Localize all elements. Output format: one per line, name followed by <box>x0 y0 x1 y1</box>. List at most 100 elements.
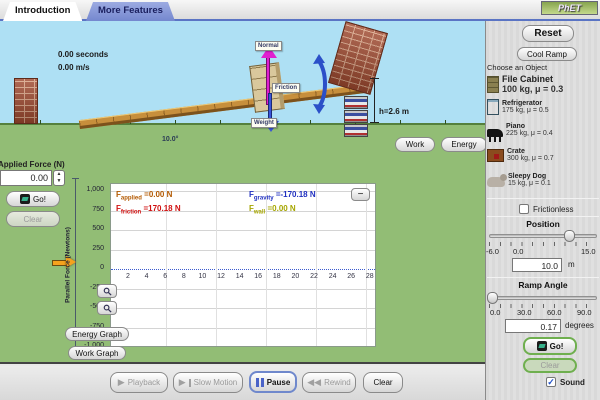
object-item-piano[interactable]: Piano225 kg, μ = 0.4 <box>487 123 599 137</box>
work-graph-button[interactable]: Work Graph <box>68 346 126 360</box>
simulation-area: 0.00 seconds 0.00 m/s Normal Friction We… <box>0 21 485 364</box>
readout-f-gravity: Fgravity =-170.18 N <box>249 190 316 202</box>
go-icon <box>537 341 547 351</box>
position-slider-track[interactable] <box>489 234 597 238</box>
spinner-up-icon[interactable]: ▲ <box>54 171 64 178</box>
reset-button[interactable]: Reset <box>522 25 574 42</box>
slow-motion-button[interactable]: ▶ Slow Motion <box>173 372 243 393</box>
tab-more-features[interactable]: More Features <box>86 2 175 21</box>
y-tick-label: 750 <box>92 206 104 213</box>
sound-checkbox[interactable]: ✓ <box>546 377 556 387</box>
magnifier-icon <box>103 287 112 296</box>
object-item-crate[interactable]: Crate300 kg, μ = 0.7 <box>487 148 599 162</box>
clear-button[interactable]: Clear <box>363 372 403 393</box>
phet-logo: PhET <box>541 1 598 15</box>
plot-area: 246810121416182022242628 Fapplied =0.00 … <box>110 183 376 347</box>
x-tick-label: 16 <box>254 273 262 280</box>
object-item-sleepy-dog[interactable]: Sleepy Dog15 kg, μ = 0.1 <box>487 173 599 187</box>
weight-label: Weight <box>251 118 277 128</box>
x-tick-label: 20 <box>291 273 299 280</box>
object-item-file-cabinet[interactable]: File Cabinet100 kg, μ = 0.3 <box>487 74 599 94</box>
object-item-refrigerator[interactable]: Refrigerator175 kg, μ = 0.5 <box>487 99 599 115</box>
ramp-angle-tick-0: 0.0 <box>490 308 500 317</box>
panel-go-button[interactable]: Go! <box>523 337 577 355</box>
check-icon: ✓ <box>547 377 555 387</box>
gridline-h <box>111 230 376 231</box>
position-slider-ticks <box>489 242 597 246</box>
normal-label: Normal <box>255 41 282 51</box>
jack-stack <box>344 95 368 137</box>
y-tick-label: 0 <box>100 264 104 271</box>
minimize-graph-button[interactable]: − <box>351 188 370 201</box>
ramp-angle-label: 10.0° <box>162 136 178 143</box>
slow-motion-icon: ▶ <box>179 377 186 388</box>
gridline-h <box>111 308 376 309</box>
gridline-v <box>216 184 217 347</box>
applied-force-go-button[interactable]: Go! <box>6 191 60 207</box>
zoom-out-button[interactable] <box>97 301 117 315</box>
divider <box>487 198 599 199</box>
energy-graph-button[interactable]: Energy Graph <box>65 327 129 341</box>
rewind-button[interactable]: ◀◀ Rewind <box>302 372 356 393</box>
position-tick-min: -6.0 <box>486 247 499 256</box>
ramp-angle-unit: degrees <box>565 321 594 330</box>
choose-object-label: Choose an Object <box>487 63 547 72</box>
spinner-down-icon[interactable]: ▼ <box>54 178 64 185</box>
ramp-angle-tick-60: 60.0 <box>547 308 562 317</box>
ramp-angle-tick-90: 90.0 <box>577 308 592 317</box>
x-tick-label: 12 <box>217 273 225 280</box>
ramp-angle-slider-thumb[interactable] <box>487 292 498 304</box>
position-title: Position <box>487 219 599 229</box>
x-tick-label: 18 <box>273 273 281 280</box>
ramp-simulation-window: Introduction More Features PhET 0.00 sec… <box>0 0 600 400</box>
pause-label: Pause <box>267 378 291 387</box>
position-tick-zero: 0.0 <box>513 247 523 256</box>
brick-pillar <box>14 78 38 124</box>
energy-button[interactable]: Energy <box>441 137 485 152</box>
sound-label: Sound <box>560 378 585 387</box>
y-tick-label: 1,000 <box>86 186 104 193</box>
position-slider-thumb[interactable] <box>564 230 575 242</box>
x-tick-label: 22 <box>310 273 318 280</box>
readout-f-friction: Ffriction =170.18 N <box>116 204 181 216</box>
position-unit: m <box>568 260 575 269</box>
playback-bar: ▶ Playback ▶ Slow Motion Pause ◀◀ Rewind… <box>0 366 485 400</box>
play-icon: ▶ <box>118 377 125 388</box>
frictionless-label: Frictionless <box>533 205 573 214</box>
gridline-h <box>111 250 376 251</box>
gridline-v <box>316 184 317 347</box>
position-input[interactable]: 10.0 <box>512 258 562 272</box>
gridline-h <box>111 289 376 290</box>
gridline-h <box>111 269 376 270</box>
gridline-h <box>111 328 376 329</box>
x-tick-label: 24 <box>329 273 337 280</box>
refrigerator-icon <box>487 99 499 115</box>
crate-icon <box>487 149 504 162</box>
height-measure-line <box>374 78 375 123</box>
ramp-angle-tick-30: 30.0 <box>517 308 532 317</box>
applied-force-clear-button[interactable]: Clear <box>6 211 60 227</box>
playback-button[interactable]: ▶ Playback <box>110 372 168 393</box>
height-label: h=2.6 m <box>379 107 409 116</box>
frictionless-checkbox[interactable] <box>519 204 529 214</box>
divider <box>487 216 599 217</box>
file-cabinet-icon <box>487 76 499 93</box>
pause-icon <box>256 378 264 387</box>
ramp-angle-input[interactable]: 0.17 <box>505 319 561 333</box>
time-readout: 0.00 seconds <box>58 50 108 59</box>
tab-bar: Introduction More Features PhET <box>0 0 600 21</box>
ramp-angle-slider-track[interactable] <box>489 296 597 300</box>
cool-ramp-button[interactable]: Cool Ramp <box>517 47 577 61</box>
rotate-ramp-arrow[interactable] <box>305 53 331 115</box>
pause-button[interactable]: Pause <box>249 371 297 393</box>
sleepy-dog-icon <box>487 177 505 187</box>
zoom-in-button[interactable] <box>97 284 117 298</box>
work-button[interactable]: Work <box>395 137 435 152</box>
gridline-v <box>366 184 367 347</box>
panel-clear-button[interactable]: Clear <box>523 358 577 373</box>
ramp-angle-title: Ramp Angle <box>487 280 599 290</box>
applied-force-input[interactable]: 0.00 <box>0 170 52 186</box>
tab-introduction[interactable]: Introduction <box>3 2 82 21</box>
playback-label: Playback <box>128 378 160 387</box>
friction-label: Friction <box>272 83 300 93</box>
